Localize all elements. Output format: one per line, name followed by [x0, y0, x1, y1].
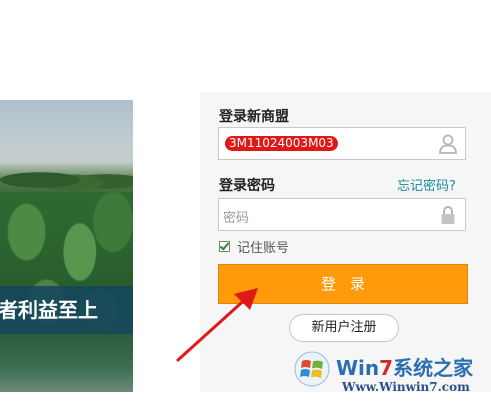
register-button[interactable]: 新用户注册	[289, 314, 399, 342]
account-label: 登录新商盟	[219, 109, 289, 125]
remember-account-checkbox[interactable]: 记住账号	[219, 238, 290, 256]
promo-trees	[0, 162, 133, 192]
account-input[interactable]: 3M11024003M03	[218, 127, 466, 160]
promo-bottom	[0, 334, 133, 392]
promo-banner-text: 者利益至上	[0, 286, 133, 334]
checkbox-checked-icon[interactable]	[219, 240, 230, 252]
password-input[interactable]: 密码	[218, 198, 466, 231]
forgot-password-link[interactable]: 忘记密码?	[397, 175, 456, 194]
promo-image: 者利益至上	[0, 100, 133, 392]
watermark: Win7系统之家 Www.Winwin7.com	[290, 345, 491, 400]
lock-icon	[441, 206, 455, 224]
account-input-value: 3M11024003M03	[225, 136, 338, 151]
watermark-brand-prefix: Win	[336, 356, 380, 380]
remember-account-label: 记住账号	[237, 240, 290, 256]
red-arrow-annotation	[176, 288, 258, 362]
user-icon	[439, 134, 457, 154]
watermark-url: Www.Winwin7.com	[342, 380, 470, 394]
windows-logo-icon	[294, 351, 330, 387]
login-page: 者利益至上 登录新商盟 3M11024003M03 登录密码 忘记密码? 密码 …	[0, 0, 491, 405]
password-placeholder: 密码	[223, 211, 250, 226]
watermark-brand: Win7系统之家	[336, 352, 473, 381]
watermark-brand-seven: 7	[379, 356, 394, 380]
password-label: 登录密码	[219, 178, 275, 194]
watermark-brand-suffix: 系统之家	[393, 356, 474, 380]
